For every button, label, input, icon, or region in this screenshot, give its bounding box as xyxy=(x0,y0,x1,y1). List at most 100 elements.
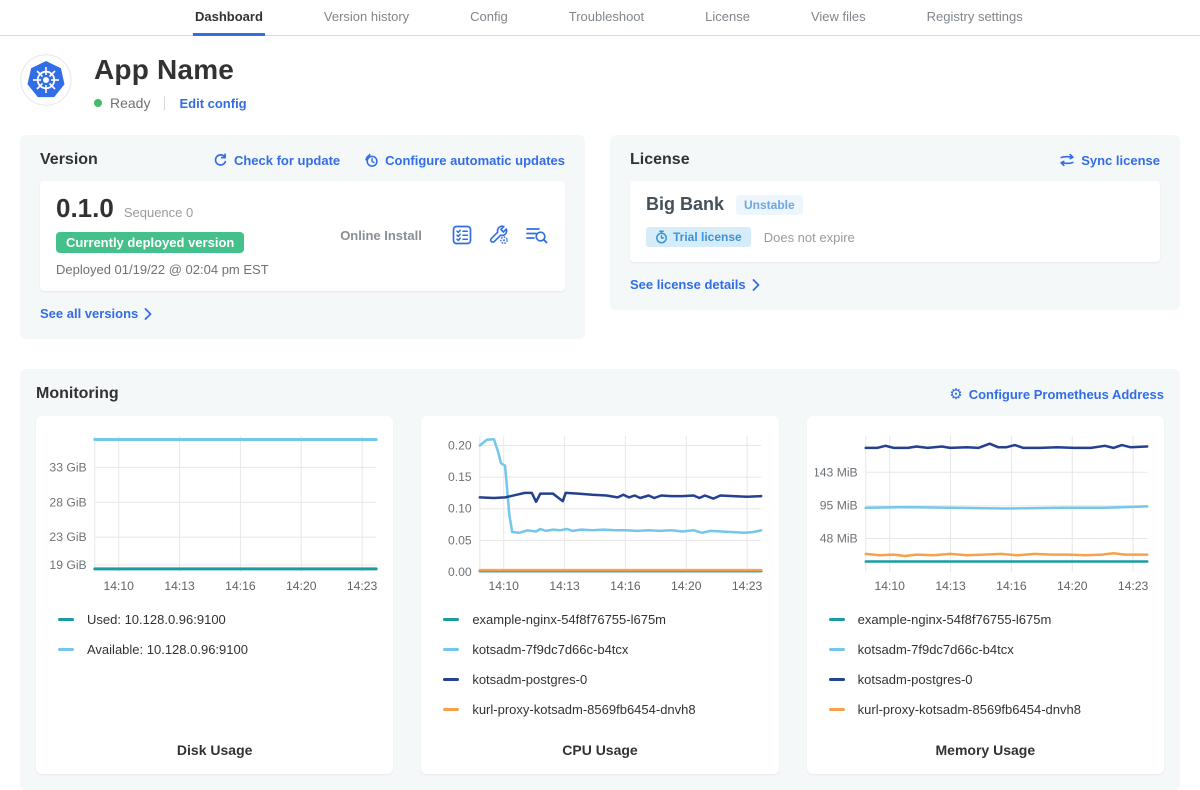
tab-license[interactable]: License xyxy=(703,0,752,36)
svg-text:28 GiB: 28 GiB xyxy=(49,495,86,509)
svg-text:14:20: 14:20 xyxy=(1057,579,1088,593)
deployed-badge: Currently deployed version xyxy=(56,232,244,253)
license-customer-name: Big Bank xyxy=(646,194,724,215)
view-logs-icon[interactable] xyxy=(525,224,549,246)
chart-legend: example-nginx-54f8f76755-l675m kotsadm-7f… xyxy=(443,612,770,732)
tab-troubleshoot[interactable]: Troubleshoot xyxy=(567,0,646,36)
legend-item: example-nginx-54f8f76755-l675m xyxy=(829,612,1156,627)
legend-item: example-nginx-54f8f76755-l675m xyxy=(443,612,770,627)
svg-text:14:16: 14:16 xyxy=(611,579,642,593)
legend-color-dash xyxy=(443,678,459,681)
monitoring-card: Monitoring ⚙ Configure Prometheus Addres… xyxy=(20,369,1180,790)
chart-title: Disk Usage xyxy=(44,732,385,758)
legend-item: Available: 10.128.0.96:9100 xyxy=(58,642,385,657)
legend-item: Used: 10.128.0.96:9100 xyxy=(58,612,385,627)
refresh-icon xyxy=(213,153,228,168)
chart-card-memory-usage: 143 MiB 95 MiB 48 MiB 14:10 14:13 14:16 14:20 1… xyxy=(807,416,1164,774)
chart-legend: Used: 10.128.0.96:9100 Available: 10.128.… xyxy=(58,612,385,672)
chevron-right-icon xyxy=(752,279,760,291)
see-all-versions-link[interactable]: See all versions xyxy=(40,306,152,321)
trial-license-badge: Trial license xyxy=(646,227,751,247)
configure-prometheus-button[interactable]: ⚙ Configure Prometheus Address xyxy=(949,387,1164,402)
app-status: Ready xyxy=(110,95,150,111)
version-card: Version Check for update Configure autom… xyxy=(20,135,585,339)
install-type-label: Online Install xyxy=(311,228,451,243)
legend-color-dash xyxy=(443,648,459,651)
tab-dashboard[interactable]: Dashboard xyxy=(193,0,265,36)
configure-automatic-updates-button[interactable]: Configure automatic updates xyxy=(364,153,565,168)
svg-text:48 MiB: 48 MiB xyxy=(819,532,857,546)
version-number: 0.1.0 xyxy=(56,193,114,224)
chart-title: Memory Usage xyxy=(815,732,1156,758)
svg-text:0.10: 0.10 xyxy=(448,502,472,516)
ready-status-dot xyxy=(94,99,102,107)
svg-text:14:23: 14:23 xyxy=(347,579,378,593)
svg-text:0.05: 0.05 xyxy=(448,533,472,547)
svg-text:14:13: 14:13 xyxy=(935,579,966,593)
legend-color-dash xyxy=(58,618,74,621)
monitoring-title: Monitoring xyxy=(36,385,119,403)
license-card: License Sync license Big Bank Unstable T… xyxy=(610,135,1180,310)
stopwatch-icon xyxy=(655,230,668,244)
channel-badge: Unstable xyxy=(736,195,803,215)
see-license-details-link[interactable]: See license details xyxy=(630,277,760,292)
svg-text:143 MiB: 143 MiB xyxy=(815,465,858,479)
svg-text:14:23: 14:23 xyxy=(1118,579,1149,593)
svg-text:14:10: 14:10 xyxy=(103,579,134,593)
legend-item: kotsadm-postgres-0 xyxy=(829,672,1156,687)
svg-text:14:20: 14:20 xyxy=(671,579,702,593)
legend-color-dash xyxy=(58,648,74,651)
legend-item: kurl-proxy-kotsadm-8569fb6454-dnvh8 xyxy=(829,702,1156,717)
chart-plot: 0.200.150.100.050.0014:1014:1314:1614:20… xyxy=(429,428,770,598)
chevron-right-icon xyxy=(144,308,152,320)
svg-text:14:16: 14:16 xyxy=(996,579,1027,593)
sync-icon xyxy=(1059,153,1075,167)
app-header: App Name Ready Edit config xyxy=(0,36,1200,135)
svg-text:14:23: 14:23 xyxy=(732,579,763,593)
edit-config-icon[interactable] xyxy=(488,224,510,246)
legend-item: kurl-proxy-kotsadm-8569fb6454-dnvh8 xyxy=(443,702,770,717)
page-title: App Name xyxy=(94,54,247,86)
divider xyxy=(164,96,165,110)
chart-plot: 143 MiB 95 MiB 48 MiB 14:10 14:13 14:16 14:20 1… xyxy=(815,428,1156,598)
top-nav: Dashboard Version history Config Troublesho… xyxy=(0,0,1200,36)
tab-version-history[interactable]: Version history xyxy=(322,0,411,36)
chart-card-cpu-usage: 0.200.150.100.050.0014:1014:1314:1614:20… xyxy=(421,416,778,774)
tab-view-files[interactable]: View files xyxy=(809,0,868,36)
license-row: Big Bank Unstable Trial license Does not… xyxy=(630,181,1160,262)
license-expiry: Does not expire xyxy=(764,230,855,245)
svg-text:0.00: 0.00 xyxy=(448,565,472,579)
version-card-title: Version xyxy=(40,151,98,169)
legend-color-dash xyxy=(443,708,459,711)
check-for-update-button[interactable]: Check for update xyxy=(213,153,340,168)
legend-color-dash xyxy=(443,618,459,621)
svg-text:95 MiB: 95 MiB xyxy=(819,499,857,513)
license-card-title: License xyxy=(630,151,690,169)
sync-license-button[interactable]: Sync license xyxy=(1059,153,1160,168)
sequence-label: Sequence 0 xyxy=(124,205,193,220)
schedule-icon xyxy=(364,153,379,168)
legend-color-dash xyxy=(829,678,845,681)
kubernetes-logo-icon xyxy=(20,54,72,106)
svg-text:14:13: 14:13 xyxy=(164,579,195,593)
tab-config[interactable]: Config xyxy=(468,0,510,36)
legend-color-dash xyxy=(829,618,845,621)
svg-text:14:16: 14:16 xyxy=(225,579,256,593)
edit-config-link[interactable]: Edit config xyxy=(179,96,246,111)
svg-text:0.15: 0.15 xyxy=(448,470,472,484)
legend-item: kotsadm-7f9dc7d66c-b4tcx xyxy=(443,642,770,657)
legend-item: kotsadm-postgres-0 xyxy=(443,672,770,687)
chart-plot: 33 GiB 28 GiB 23 GiB 19 GiB 14:10 14:13 14:16 1… xyxy=(44,428,385,598)
svg-text:14:10: 14:10 xyxy=(489,579,520,593)
legend-item: kotsadm-7f9dc7d66c-b4tcx xyxy=(829,642,1156,657)
svg-text:23 GiB: 23 GiB xyxy=(49,530,86,544)
gear-icon: ⚙ xyxy=(949,387,962,402)
svg-text:14:10: 14:10 xyxy=(874,579,905,593)
legend-color-dash xyxy=(829,648,845,651)
chart-title: CPU Usage xyxy=(429,732,770,758)
tab-registry-settings[interactable]: Registry settings xyxy=(925,0,1025,36)
svg-text:33 GiB: 33 GiB xyxy=(49,460,86,474)
svg-text:19 GiB: 19 GiB xyxy=(49,558,86,572)
chart-card-disk-usage: 33 GiB 28 GiB 23 GiB 19 GiB 14:10 14:13 14:16 1… xyxy=(36,416,393,774)
preflight-checks-icon[interactable] xyxy=(451,224,473,246)
